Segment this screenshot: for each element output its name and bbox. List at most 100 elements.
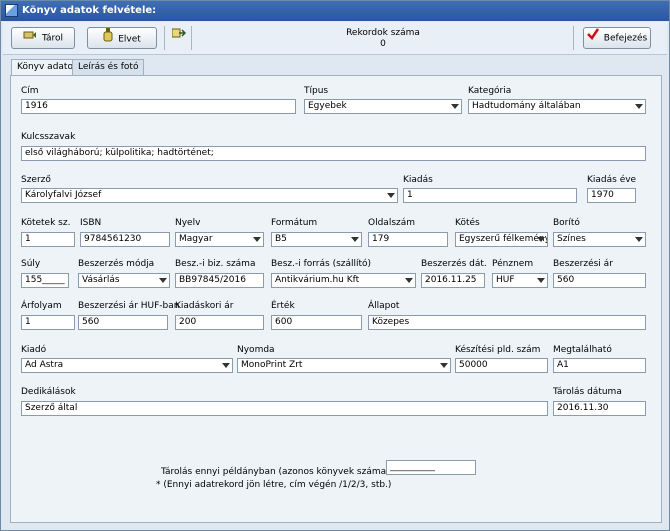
nyomda-select[interactable]: MonoPrint Zrt (237, 358, 451, 373)
formatum-select[interactable]: B5 (271, 232, 362, 247)
suly-label: Súly (21, 259, 41, 269)
tipus-select[interactable]: Egyebek (304, 99, 462, 114)
chevron-down-icon (635, 237, 643, 242)
close-button-label: Befejezés (603, 33, 648, 44)
formatum-label: Formátum (271, 218, 318, 228)
record-count-label: Rekordok száma (346, 28, 420, 38)
kiadas-input[interactable]: 1 (403, 188, 577, 203)
kiado-value: Ad Astra (25, 360, 64, 370)
kotetek-input[interactable]: 1 (21, 232, 75, 247)
red-check-icon (586, 28, 599, 48)
record-count-value: 0 (380, 39, 386, 49)
allapot-input[interactable]: Közepes (368, 315, 646, 330)
beszerzesi-ar-input[interactable]: 560 (553, 273, 646, 288)
toolbar-separator (164, 26, 165, 50)
kiadas-eve-input[interactable]: 1970 (587, 188, 636, 203)
beszerzes-dat-label: Beszerzés dát. (421, 259, 487, 269)
kulcsszavak-input[interactable]: első világháború; külpolitika; hadtörtén… (21, 146, 646, 161)
window-title: Könyv adatok felvétele: (22, 5, 157, 16)
nyelv-label: Nyelv (175, 218, 201, 228)
szerzo-select[interactable]: Károlyfalvi József (21, 188, 398, 203)
discard-button-label: Elvet (118, 34, 141, 45)
discard-button[interactable]: Elvet (87, 27, 157, 49)
besz-biz-label: Besz.-i biz. száma (175, 259, 256, 269)
megtalalhato-label: Megtalálható (553, 345, 612, 355)
keszitesi-pld-input[interactable]: 50000 (455, 358, 548, 373)
book-entry-window: Könyv adatok felvétele: Tárol Elvet Reko… (0, 0, 670, 531)
chevron-down-icon (405, 278, 413, 283)
copies-label: Tárolás ennyi példányban (azonos könyvek… (161, 467, 393, 477)
beszerzes-modja-label: Beszerzés módja (78, 259, 155, 269)
title-bar: Könyv adatok felvétele: (1, 1, 669, 21)
copies-value: __________ (390, 462, 435, 472)
oldalszam-input[interactable]: 179 (368, 232, 448, 247)
isbn-input[interactable]: 9784561230 (80, 232, 170, 247)
tarolas-datuma-label: Tárolás dátuma (553, 387, 622, 397)
oldalszam-label: Oldalszám (368, 218, 416, 228)
app-icon (5, 4, 18, 17)
bottle-icon (103, 28, 113, 50)
isbn-label: ISBN (80, 218, 102, 228)
dedikalasok-input[interactable]: Szerző által (21, 401, 548, 416)
beszerzesi-ar-huf-input[interactable]: 560 (78, 315, 168, 330)
kotes-value: Egyszerű félkemény (459, 234, 548, 244)
borito-value: Színes (557, 234, 586, 244)
borito-label: Borító (553, 218, 580, 228)
chevron-down-icon (451, 104, 459, 109)
keszitesi-pld-label: Készítési pld. szám (455, 345, 541, 355)
chevron-down-icon (537, 278, 545, 283)
close-button[interactable]: Befejezés (583, 27, 651, 49)
arfolyam-input[interactable]: 1 (21, 315, 75, 330)
allapot-label: Állapot (368, 301, 400, 311)
tab-description-photo[interactable]: Leírás és fotó (72, 59, 145, 75)
chevron-down-icon (159, 278, 167, 283)
save-button-label: Tárol (41, 33, 64, 44)
formatum-value: B5 (275, 234, 287, 244)
kiadaskori-ar-input[interactable]: 200 (175, 315, 264, 330)
besz-biz-input[interactable]: BB97845/2016 (175, 273, 264, 288)
nyelv-select[interactable]: Magyar (175, 232, 264, 247)
kiadaskori-ar-label: Kiadáskori ár (175, 301, 234, 311)
beszerzesi-ar-label: Beszerzési ár (553, 259, 613, 269)
kategoria-select[interactable]: Hadtudomány általában (468, 99, 646, 114)
besz-forras-select[interactable]: Antikvárium.hu Kft (271, 273, 416, 288)
kiadas-eve-label: Kiadás éve (587, 175, 637, 185)
chevron-down-icon (222, 363, 230, 368)
penznem-value: HUF (496, 275, 515, 285)
tipus-value: Egyebek (308, 101, 347, 111)
besz-forras-label: Besz.-i forrás (szállító) (271, 259, 372, 269)
ertek-label: Érték (271, 301, 295, 311)
chevron-down-icon (635, 104, 643, 109)
toolbar-separator (573, 26, 574, 50)
tipus-label: Típus (304, 86, 329, 96)
kotes-select[interactable]: Egyszerű félkemény (455, 232, 548, 247)
megtalalhato-input[interactable]: A1 (553, 358, 646, 373)
copies-input[interactable]: __________ (386, 460, 476, 475)
kotetek-label: Kötetek sz. (21, 218, 71, 228)
toolbar-separator (191, 26, 192, 50)
tarolas-datuma-input[interactable]: 2016.11.30 (553, 401, 646, 416)
kiado-select[interactable]: Ad Astra (21, 358, 233, 373)
ertek-input[interactable]: 600 (271, 315, 362, 330)
cim-label: Cím (21, 86, 39, 96)
chevron-down-icon (387, 193, 395, 198)
nyelv-value: Magyar (179, 234, 213, 244)
beszerzes-modja-select[interactable]: Vásárlás (78, 273, 170, 288)
szerzo-label: Szerző (21, 175, 51, 185)
nyomda-label: Nyomda (237, 345, 275, 355)
save-button[interactable]: Tárol (11, 27, 75, 49)
suly-input[interactable]: 155_____ (21, 273, 69, 288)
beszerzesi-ar-huf-label: Beszerzési ár HUF-ban (78, 301, 180, 311)
borito-select[interactable]: Színes (553, 232, 646, 247)
chevron-down-icon (253, 237, 261, 242)
beszerzes-modja-value: Vásárlás (82, 275, 120, 285)
export-button[interactable] (169, 27, 189, 49)
kotes-label: Kötés (455, 218, 480, 228)
penznem-select[interactable]: HUF (492, 273, 548, 288)
dedikalasok-label: Dedikálások (21, 387, 76, 397)
chevron-down-icon (351, 237, 359, 242)
besz-forras-value: Antikvárium.hu Kft (275, 275, 360, 285)
beszerzes-dat-input[interactable]: 2016.11.25 (421, 273, 485, 288)
arfolyam-label: Árfolyam (21, 301, 62, 311)
cim-input[interactable]: 1916 (21, 99, 296, 114)
